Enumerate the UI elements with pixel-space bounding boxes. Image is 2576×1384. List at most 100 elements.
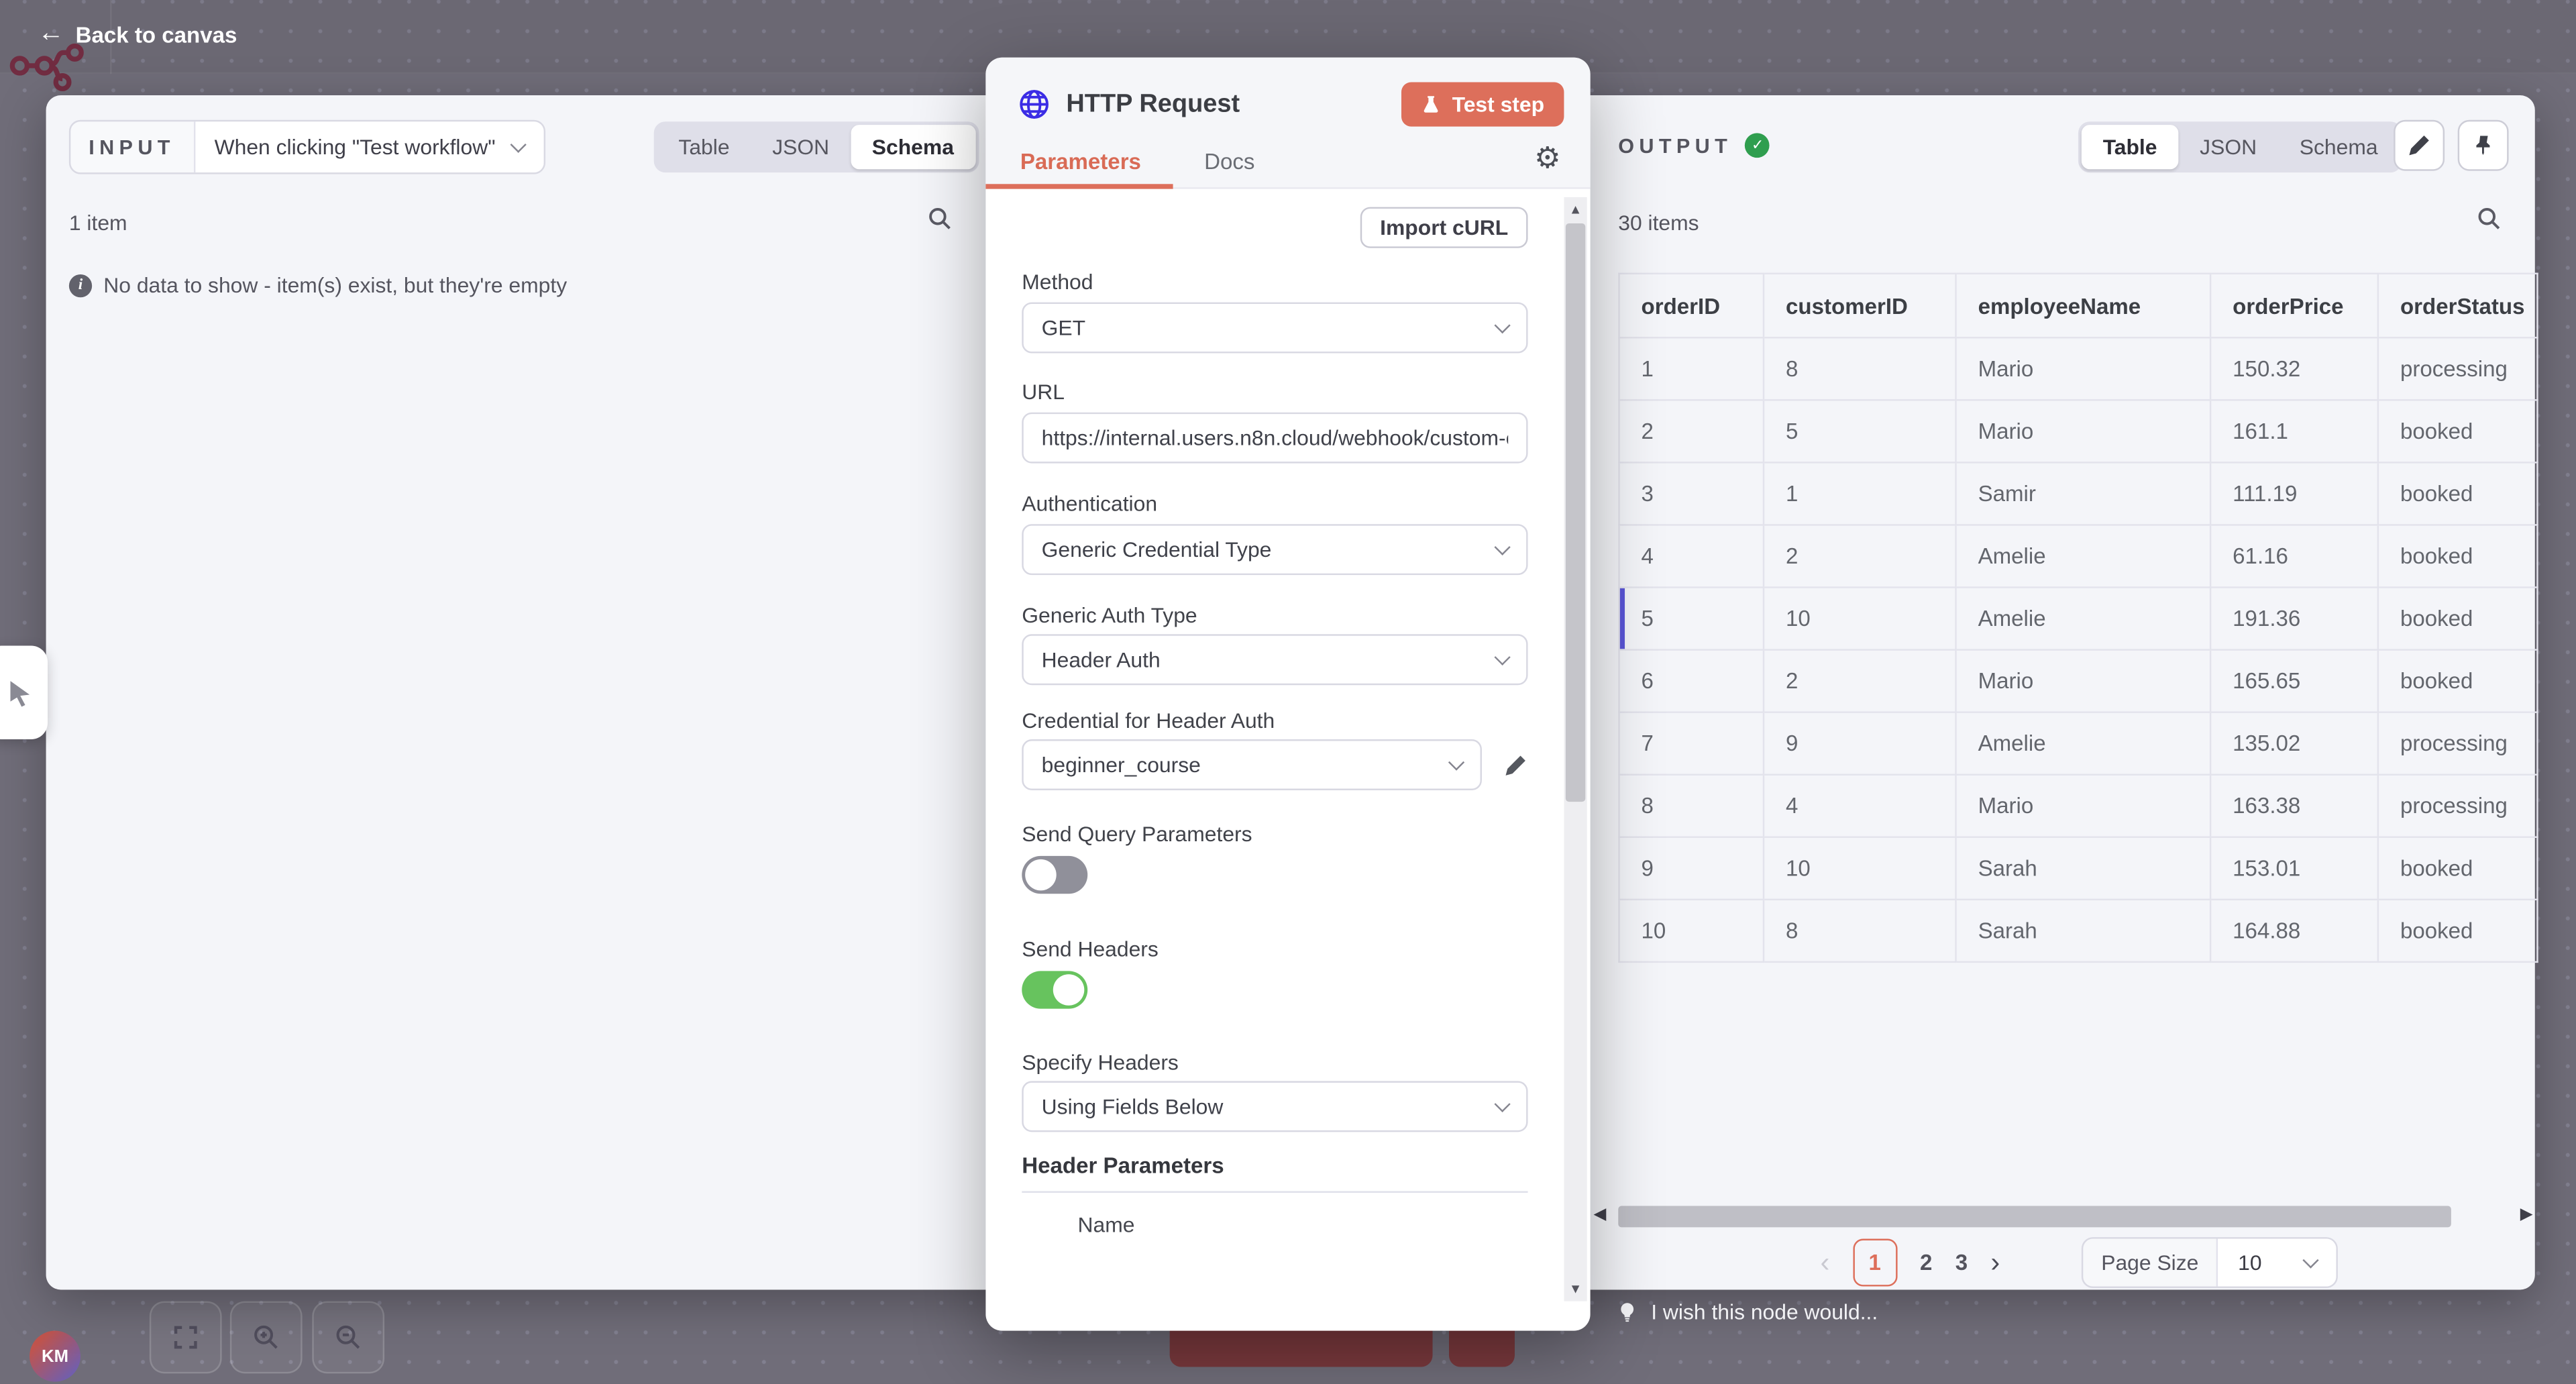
- output-search-button[interactable]: [2476, 205, 2502, 239]
- input-source-selector[interactable]: INPUT When clicking "Test workflow": [69, 120, 545, 174]
- output-tab-schema[interactable]: Schema: [2278, 125, 2399, 169]
- input-source-dropdown[interactable]: When clicking "Test workflow": [195, 121, 543, 172]
- page-size-control[interactable]: Page Size 10: [2082, 1237, 2337, 1288]
- authentication-select[interactable]: Generic Credential Type: [1022, 524, 1527, 575]
- edit-output-button[interactable]: [2394, 120, 2445, 171]
- column-header[interactable]: employeeName: [1956, 274, 2211, 338]
- pointer-tool-button[interactable]: [0, 645, 48, 739]
- output-horizontal-scrollbar[interactable]: [1618, 1206, 2451, 1228]
- column-header[interactable]: orderPrice: [2210, 274, 2378, 338]
- input-view-tabs: Table JSON Schema: [654, 121, 979, 172]
- table-cell: booked: [2378, 900, 2538, 962]
- node-settings-gear-icon[interactable]: ⚙: [1534, 143, 1561, 172]
- pin-data-button[interactable]: [2458, 120, 2509, 171]
- tab-parameters[interactable]: Parameters: [1020, 150, 1141, 174]
- page-size-dropdown[interactable]: 10: [2218, 1239, 2336, 1287]
- back-arrow-icon: ←: [38, 21, 64, 48]
- method-select[interactable]: GET: [1022, 303, 1527, 354]
- prev-page-icon[interactable]: ‹: [1820, 1248, 1829, 1277]
- user-avatar[interactable]: KM: [30, 1331, 80, 1382]
- table-cell: 2: [1764, 525, 1956, 587]
- chevron-down-icon: [1494, 1096, 1510, 1112]
- zoom-in-button[interactable]: [230, 1301, 303, 1374]
- zoom-out-button[interactable]: [312, 1301, 384, 1374]
- back-to-canvas[interactable]: ← Back to canvas: [38, 21, 237, 48]
- edit-credential-icon[interactable]: [1503, 751, 1528, 778]
- scroll-up-icon[interactable]: ▲: [1564, 202, 1587, 217]
- pin-icon: [2471, 133, 2494, 158]
- send-query-parameters-label: Send Query Parameters: [1022, 821, 1527, 846]
- table-cell: 10: [1764, 837, 1956, 900]
- chevron-down-icon: [1494, 539, 1510, 555]
- send-query-parameters-toggle[interactable]: [1022, 856, 1087, 894]
- output-pagination: ‹ 1 2 3 ›: [1820, 1239, 2000, 1287]
- test-step-button[interactable]: Test step: [1401, 82, 1564, 126]
- scrollbar-thumb[interactable]: [1566, 223, 1585, 802]
- search-icon: [2476, 205, 2502, 231]
- test-step-label: Test step: [1452, 92, 1544, 117]
- output-items-count: 30 items: [1618, 210, 1699, 235]
- table-row[interactable]: 910Sarah153.01booked: [1619, 837, 2537, 900]
- input-panel-label: INPUT: [89, 136, 175, 158]
- table-cell: 111.19: [2210, 462, 2378, 525]
- page-button-3[interactable]: 3: [1955, 1250, 1968, 1275]
- table-cell: 164.88: [2210, 900, 2378, 962]
- output-tab-json[interactable]: JSON: [2178, 125, 2278, 169]
- table-cell: booked: [2378, 650, 2538, 712]
- specify-headers-select[interactable]: Using Fields Below: [1022, 1081, 1527, 1132]
- send-headers-toggle[interactable]: [1022, 971, 1087, 1008]
- scroll-down-icon[interactable]: ▼: [1564, 1281, 1587, 1296]
- authentication-label: Authentication: [1022, 491, 1527, 516]
- page-size-label: Page Size: [2083, 1239, 2218, 1287]
- table-cell: processing: [2378, 712, 2538, 775]
- output-panel-label: OUTPUT: [1618, 134, 1732, 157]
- url-input[interactable]: https://internal.users.n8n.cloud/webhook…: [1022, 413, 1527, 464]
- page-button-2[interactable]: 2: [1920, 1250, 1932, 1275]
- input-tab-json[interactable]: JSON: [751, 125, 851, 169]
- zoom-to-fit-button[interactable]: [150, 1301, 222, 1374]
- column-header[interactable]: orderID: [1619, 274, 1764, 338]
- next-page-icon[interactable]: ›: [1990, 1248, 2000, 1277]
- generic-auth-type-select[interactable]: Header Auth: [1022, 634, 1527, 685]
- table-row[interactable]: 42Amelie61.16booked: [1619, 525, 2537, 587]
- table-row[interactable]: 510Amelie191.36booked: [1619, 588, 2537, 650]
- column-header[interactable]: orderStatus: [2378, 274, 2538, 338]
- table-row[interactable]: 18Mario150.32processing: [1619, 337, 2537, 400]
- scroll-right-icon[interactable]: ▶: [2520, 1206, 2533, 1224]
- flask-icon: [1421, 94, 1440, 115]
- table-row[interactable]: 108Sarah164.88booked: [1619, 900, 2537, 962]
- output-tab-table[interactable]: Table: [2082, 125, 2178, 169]
- url-value: https://internal.users.n8n.cloud/webhook…: [1042, 425, 1509, 450]
- tab-docs[interactable]: Docs: [1204, 150, 1254, 174]
- table-cell: 8: [1764, 900, 1956, 962]
- table-row[interactable]: 79Amelie135.02processing: [1619, 712, 2537, 775]
- input-tab-table[interactable]: Table: [657, 125, 751, 169]
- header-parameter-name-label: Name: [1078, 1212, 1528, 1237]
- table-cell: booked: [2378, 462, 2538, 525]
- generic-auth-type-value: Header Auth: [1042, 647, 1161, 672]
- column-header[interactable]: customerID: [1764, 274, 1956, 338]
- specify-headers-label: Specify Headers: [1022, 1050, 1527, 1075]
- credential-select[interactable]: beginner_course: [1022, 739, 1482, 790]
- table-row[interactable]: 84Mario163.38processing: [1619, 775, 2537, 837]
- table-cell: Amelie: [1956, 712, 2211, 775]
- chevron-down-icon: [1448, 754, 1464, 770]
- toggle-knob: [1053, 974, 1085, 1006]
- table-cell: 10: [1619, 900, 1764, 962]
- import-curl-button[interactable]: Import cURL: [1360, 207, 1528, 248]
- input-empty-message: No data to show - item(s) exist, but the…: [103, 273, 567, 298]
- scroll-left-icon[interactable]: ◀: [1594, 1206, 1607, 1224]
- header-parameters-divider: [1022, 1191, 1527, 1193]
- table-cell: booked: [2378, 588, 2538, 650]
- page-button-1[interactable]: 1: [1853, 1239, 1897, 1287]
- table-row[interactable]: 25Mario161.1booked: [1619, 400, 2537, 462]
- input-tab-schema[interactable]: Schema: [851, 125, 975, 169]
- modal-scrollbar[interactable]: ▲ ▼: [1564, 197, 1587, 1301]
- input-search-button[interactable]: [926, 205, 953, 239]
- table-row[interactable]: 31Samir111.19booked: [1619, 462, 2537, 525]
- parameters-panel: Import cURL Method GET URL https://inter…: [985, 189, 1590, 1331]
- table-row[interactable]: 62Mario165.65booked: [1619, 650, 2537, 712]
- chevron-down-icon: [1494, 649, 1510, 666]
- node-feedback-link[interactable]: I wish this node would...: [1617, 1299, 1878, 1324]
- table-cell: 61.16: [2210, 525, 2378, 587]
